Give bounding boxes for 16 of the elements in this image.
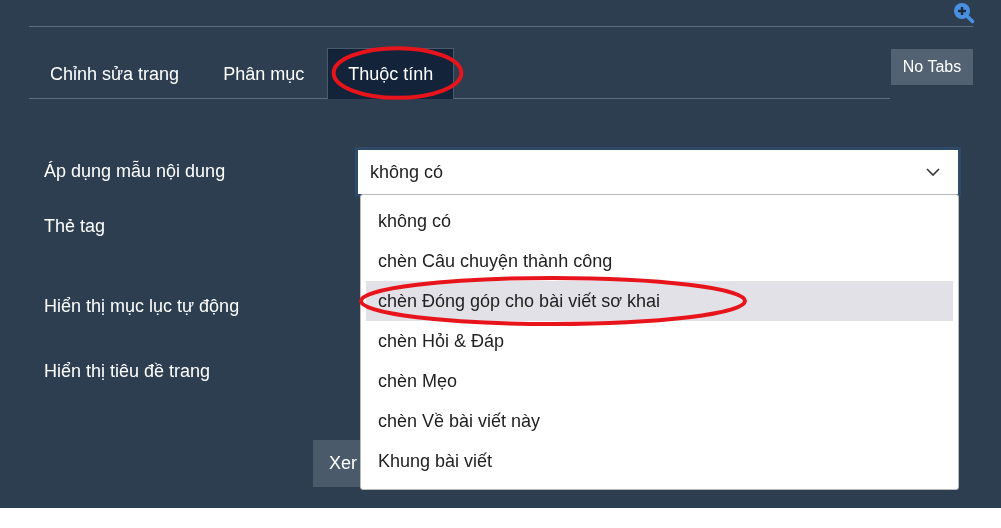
tab[interactable]: Chỉnh sửa trang: [29, 48, 201, 99]
dropdown-option[interactable]: chèn Hỏi & Đáp: [366, 321, 953, 361]
dropdown-option[interactable]: chèn Đóng góp cho bài viết sơ khai: [366, 281, 953, 321]
zoom-in-icon[interactable]: [953, 2, 975, 24]
field-label: Hiển thị mục lục tự động: [44, 295, 241, 317]
dropdown-option[interactable]: chèn Câu chuyện thành công: [366, 241, 953, 281]
chevron-down-icon: [926, 168, 940, 176]
dropdown-option[interactable]: chèn Mẹo: [366, 361, 953, 401]
field-label: Thẻ tag: [44, 215, 107, 237]
tab[interactable]: Phân mục: [202, 48, 326, 99]
dropdown-option[interactable]: chèn Về bài viết này: [366, 401, 953, 441]
field-label: Hiển thị tiêu đề trang: [44, 360, 212, 382]
template-select[interactable]: không có: [355, 147, 961, 197]
no-tabs-button[interactable]: No Tabs: [891, 49, 973, 85]
dropdown-option[interactable]: không có: [366, 201, 953, 241]
field-label: Áp dụng mẫu nội dung: [44, 160, 227, 182]
